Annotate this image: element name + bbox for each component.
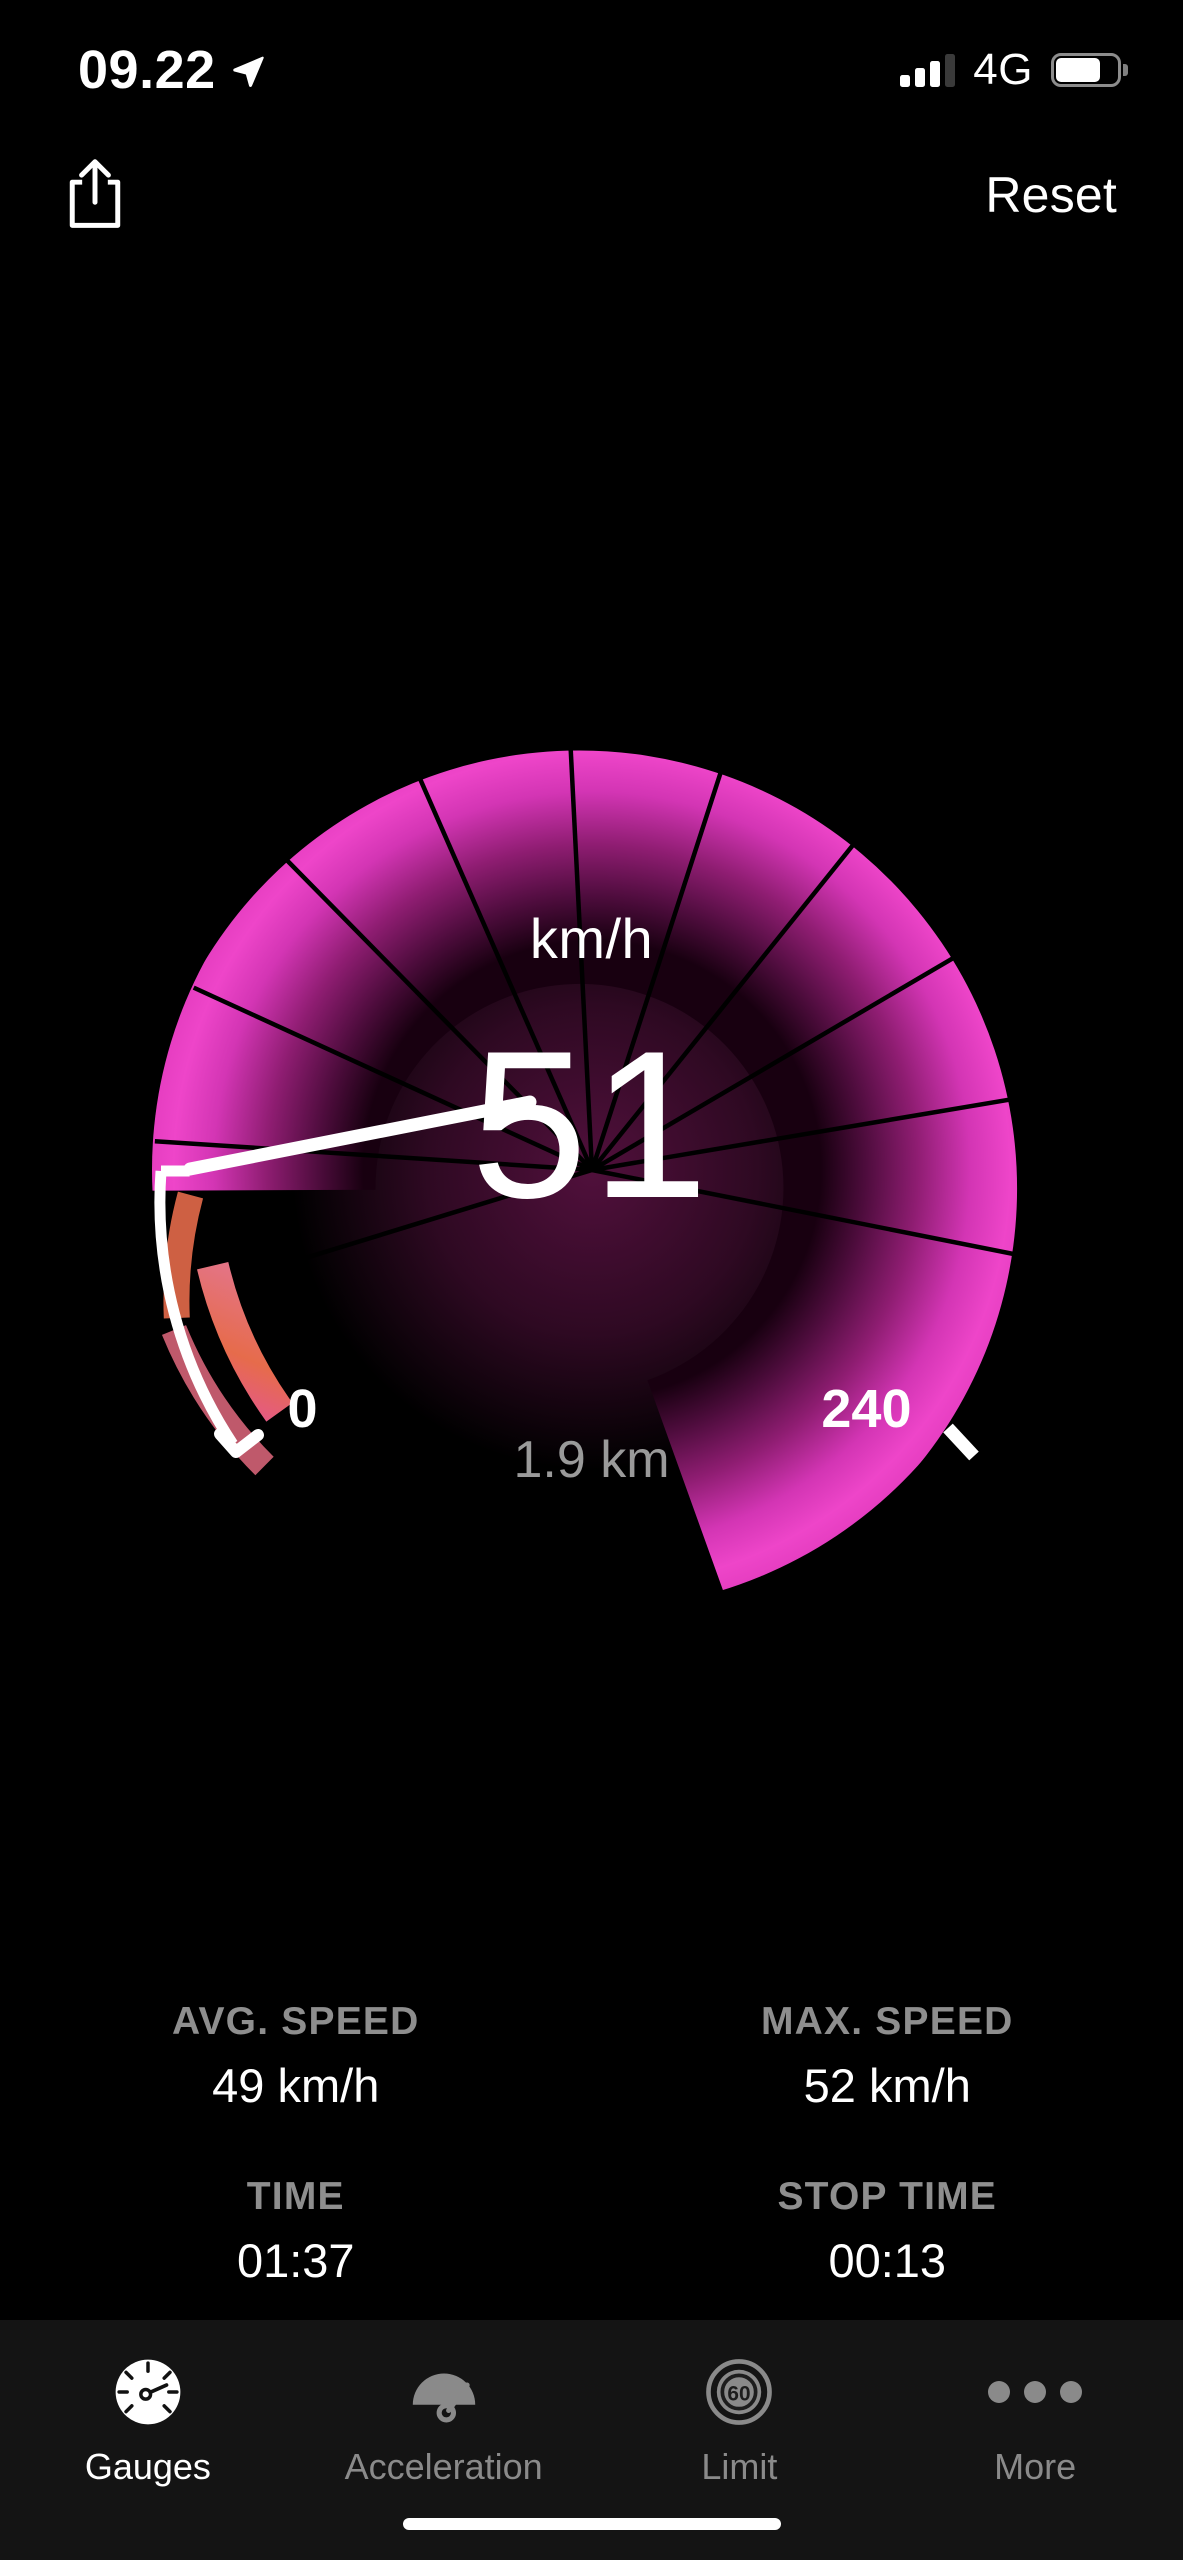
tab-bar: Gauges Acceleration 60 Limit More xyxy=(0,2320,1183,2560)
stat-value: 49 km/h xyxy=(212,2059,380,2112)
speedometer-gauge[interactable]: km/h 51 0 240 1.9 km xyxy=(112,690,1072,1650)
tab-limit[interactable]: 60 Limit xyxy=(592,2354,888,2488)
app-screen: 09.22 4G Reset km/h 51 0 240 1.9 km AVG.… xyxy=(0,0,1183,2560)
stat-max-speed: MAX. SPEED 52 km/h xyxy=(592,2000,1183,2113)
acceleration-gauge-icon xyxy=(407,2354,481,2430)
speedometer-icon xyxy=(111,2354,185,2430)
tab-label: Limit xyxy=(701,2446,778,2487)
share-icon[interactable] xyxy=(60,155,130,235)
nav-bar: Reset xyxy=(0,140,1183,250)
battery-icon xyxy=(1051,53,1128,87)
stat-stop-time: STOP TIME 00:13 xyxy=(592,2175,1183,2288)
stat-avg-speed: AVG. SPEED 49 km/h xyxy=(0,2000,592,2113)
status-bar-clock: 09.22 xyxy=(78,40,216,100)
status-bar-right: 4G xyxy=(900,45,1128,95)
stat-value: 00:13 xyxy=(828,2234,947,2287)
home-indicator[interactable] xyxy=(402,2518,781,2530)
speed-limit-sign-icon: 60 xyxy=(702,2354,776,2430)
gauge-unit-label: km/h xyxy=(529,907,654,970)
trip-stats: AVG. SPEED 49 km/h MAX. SPEED 52 km/h TI… xyxy=(0,2000,1183,2288)
location-arrow-icon xyxy=(232,56,264,87)
stat-value: 52 km/h xyxy=(803,2059,971,2112)
tab-more[interactable]: More xyxy=(887,2354,1183,2488)
ellipsis-icon xyxy=(988,2354,1083,2430)
cellular-signal-icon xyxy=(900,53,956,87)
stat-label: TIME xyxy=(246,2175,345,2218)
gauge-distance-value: 1.9 km xyxy=(513,1431,670,1489)
reset-button[interactable]: Reset xyxy=(979,158,1123,232)
speed-limit-value: 60 xyxy=(728,2382,751,2405)
status-bar-left: 09.22 xyxy=(78,43,266,97)
stat-time: TIME 01:37 xyxy=(0,2175,592,2288)
status-bar: 09.22 4G xyxy=(0,0,1183,140)
stat-label: MAX. SPEED xyxy=(760,2000,1014,2043)
stat-label: STOP TIME xyxy=(777,2175,998,2218)
tab-label: Acceleration xyxy=(344,2446,543,2487)
tab-label: Gauges xyxy=(84,2446,211,2487)
stat-value: 01:37 xyxy=(236,2234,355,2287)
tab-acceleration[interactable]: Acceleration xyxy=(296,2354,592,2488)
stat-label: AVG. SPEED xyxy=(171,2000,420,2043)
network-type-label: 4G xyxy=(973,45,1033,94)
gauge-speed-value: 51 xyxy=(470,1007,713,1242)
tab-gauges[interactable]: Gauges xyxy=(0,2354,296,2488)
tab-label: More xyxy=(994,2446,1077,2487)
